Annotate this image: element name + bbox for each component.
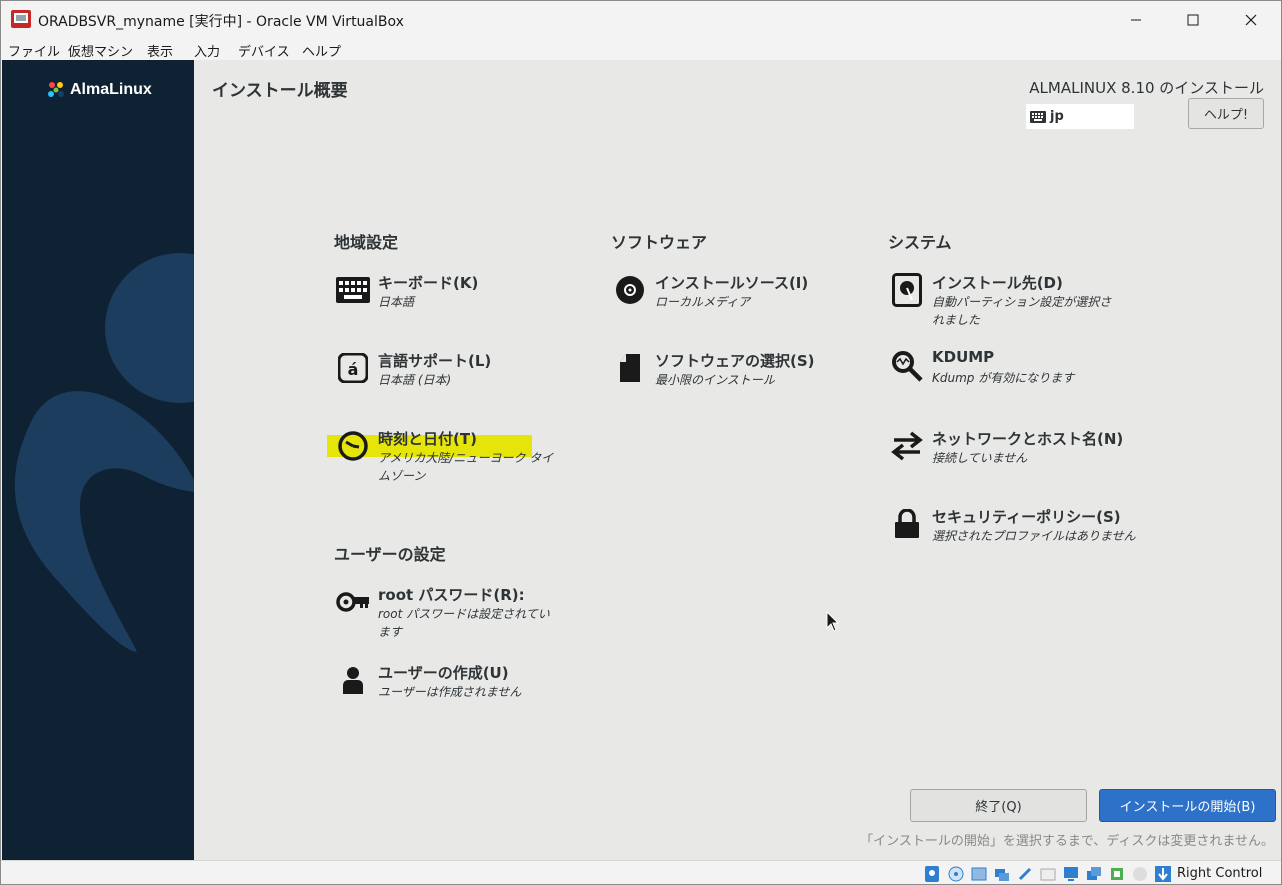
close-button[interactable] xyxy=(1222,1,1280,39)
shared-folders-status-icon[interactable] xyxy=(1039,865,1057,883)
menu-view[interactable]: 表示 xyxy=(147,41,173,60)
user-spoke-title: ユーザーの作成(U) xyxy=(378,664,509,682)
disk-warning-note: 「インストールの開始」を選択するまで、ディスクは変更されません。 xyxy=(860,834,1274,849)
disc-icon xyxy=(612,272,648,308)
spoke-user-creation[interactable]: ユーザーの作成(U) ユーザーは作成されません xyxy=(335,662,565,712)
root-spoke-title: root パスワード(R): xyxy=(378,586,525,604)
quit-button[interactable]: 終了(Q) xyxy=(910,789,1087,822)
clock-icon xyxy=(335,428,371,464)
section-software: ソフトウェア xyxy=(611,233,708,252)
begin-installation-button[interactable]: インストールの開始(B) xyxy=(1099,789,1276,822)
window-title: ORADBSVR_myname [実行中] - Oracle VM Virtua… xyxy=(38,14,404,30)
spoke-security-policy[interactable]: セキュリティーポリシー(S) 選択されたプロファイルはありません xyxy=(889,506,1149,556)
keyboard-spoke-status: 日本語 xyxy=(378,295,415,309)
keyboard-layout-indicator[interactable]: jp xyxy=(1026,104,1134,129)
cpu-status-icon[interactable] xyxy=(1108,865,1126,883)
logo-text: AlmaLinux xyxy=(70,81,152,98)
page-title: インストール概要 xyxy=(212,81,348,101)
security-spoke-status: 選択されたプロファイルはありません xyxy=(932,529,1136,543)
spoke-software-selection[interactable]: ソフトウェアの選択(S) 最小限のインストール xyxy=(612,350,852,400)
user-spoke-status: ユーザーは作成されません xyxy=(378,685,522,699)
spoke-keyboard[interactable]: キーボード(K) 日本語 xyxy=(335,272,565,322)
network-arrows-icon xyxy=(889,428,925,464)
kdump-spoke-status: Kdump が有効になります xyxy=(932,371,1075,385)
title-bar: ORADBSVR_myname [実行中] - Oracle VM Virtua… xyxy=(1,1,1281,39)
spoke-install-source[interactable]: インストールソース(I) ローカルメディア xyxy=(612,272,852,322)
sidebar-decoration xyxy=(14,253,194,652)
user-icon xyxy=(335,662,371,698)
time-spoke-status: アメリカ大陸/ニューヨーク タイムゾーン xyxy=(378,451,554,483)
virtualbox-window: ORADBSVR_myname [実行中] - Oracle VM Virtua… xyxy=(0,0,1282,885)
hard-disk-status-icon[interactable] xyxy=(923,865,941,883)
keyboard-spoke-title: キーボード(K) xyxy=(378,274,479,292)
keyboard-icon xyxy=(1030,110,1046,123)
installer-sidebar: AlmaLinux xyxy=(2,60,194,860)
package-icon xyxy=(612,350,648,386)
mouse-cursor-icon xyxy=(826,611,840,632)
destination-spoke-title: インストール先(D) xyxy=(932,274,1063,292)
time-spoke-title: 時刻と日付(T) xyxy=(378,430,477,448)
source-spoke-title: インストールソース(I) xyxy=(655,274,809,292)
maximize-icon xyxy=(1187,14,1199,26)
source-spoke-status: ローカルメディア xyxy=(655,295,751,309)
mouse-integration-status-icon[interactable] xyxy=(1131,865,1149,883)
software-spoke-title: ソフトウェアの選択(S) xyxy=(655,352,815,370)
menu-bar: ファイル 仮想マシン 表示 入力 デバイス ヘルプ xyxy=(1,39,1281,60)
close-icon xyxy=(1245,14,1257,26)
host-key-label: Right Control xyxy=(1177,866,1263,881)
help-button[interactable]: ヘルプ! xyxy=(1188,98,1264,129)
network-spoke-status: 接続していません xyxy=(932,451,1028,465)
spoke-install-destination[interactable]: インストール先(D) 自動パーティション設定が選択されました xyxy=(889,272,1139,334)
network-status-icon[interactable] xyxy=(993,865,1011,883)
product-title: ALMALINUX 8.10 のインストール xyxy=(1029,79,1264,97)
network-spoke-title: ネットワークとホスト名(N) xyxy=(932,430,1124,448)
section-user-settings: ユーザーの設定 xyxy=(334,545,446,564)
virtualbox-app-icon xyxy=(11,10,31,28)
key-icon xyxy=(335,584,371,620)
keyboard-layout-text: jp xyxy=(1050,109,1064,124)
root-spoke-status: root パスワードは設定されています xyxy=(378,607,550,639)
spoke-network-hostname[interactable]: ネットワークとホスト名(N) 接続していません xyxy=(889,428,1149,478)
section-localization: 地域設定 xyxy=(334,233,399,252)
minimize-icon xyxy=(1131,19,1141,21)
menu-devices[interactable]: デバイス xyxy=(238,41,290,60)
spoke-kdump[interactable]: KDUMP Kdump が有効になります xyxy=(889,348,1139,398)
minimize-button[interactable] xyxy=(1107,1,1165,39)
menu-file[interactable]: ファイル xyxy=(8,41,60,60)
keyboard-capture-status-icon[interactable] xyxy=(1154,865,1172,883)
menu-help[interactable]: ヘルプ xyxy=(302,41,341,60)
language-spoke-status: 日本語 (日本) xyxy=(378,373,452,387)
audio-status-icon[interactable] xyxy=(970,865,988,883)
spoke-root-password[interactable]: root パスワード(R): root パスワードは設定されています xyxy=(335,584,565,646)
software-spoke-status: 最小限のインストール xyxy=(655,373,775,387)
section-system: システム xyxy=(888,233,952,252)
vm-status-bar: Right Control xyxy=(1,860,1281,884)
magnifier-icon xyxy=(889,348,925,384)
installer-screen: AlmaLinux インストール概要 ALMALINUX 8.10 のインストー… xyxy=(2,60,1281,860)
svg-text:á: á xyxy=(348,360,359,379)
security-spoke-title: セキュリティーポリシー(S) xyxy=(932,508,1121,526)
almalinux-logo-icon xyxy=(48,82,64,97)
optical-drive-status-icon[interactable] xyxy=(947,865,965,883)
almalinux-logo: AlmaLinux xyxy=(46,78,152,102)
language-spoke-title: 言語サポート(L) xyxy=(378,352,492,370)
spoke-time-date[interactable]: 時刻と日付(T) アメリカ大陸/ニューヨーク タイムゾーン xyxy=(335,428,565,490)
menu-machine[interactable]: 仮想マシン xyxy=(68,41,133,60)
spoke-language[interactable]: á 言語サポート(L) 日本語 (日本) xyxy=(335,350,565,400)
destination-spoke-status: 自動パーティション設定が選択されました xyxy=(932,295,1112,327)
menu-input[interactable]: 入力 xyxy=(194,41,220,60)
kdump-spoke-title: KDUMP xyxy=(932,348,995,366)
hard-disk-icon xyxy=(889,272,925,308)
usb-status-icon[interactable] xyxy=(1016,865,1034,883)
lock-icon xyxy=(889,506,925,542)
language-spoke-icon: á xyxy=(335,350,371,386)
maximize-button[interactable] xyxy=(1164,1,1222,39)
display-status-icon[interactable] xyxy=(1062,865,1080,883)
recording-status-icon[interactable] xyxy=(1085,865,1103,883)
keyboard-spoke-icon xyxy=(335,272,371,308)
